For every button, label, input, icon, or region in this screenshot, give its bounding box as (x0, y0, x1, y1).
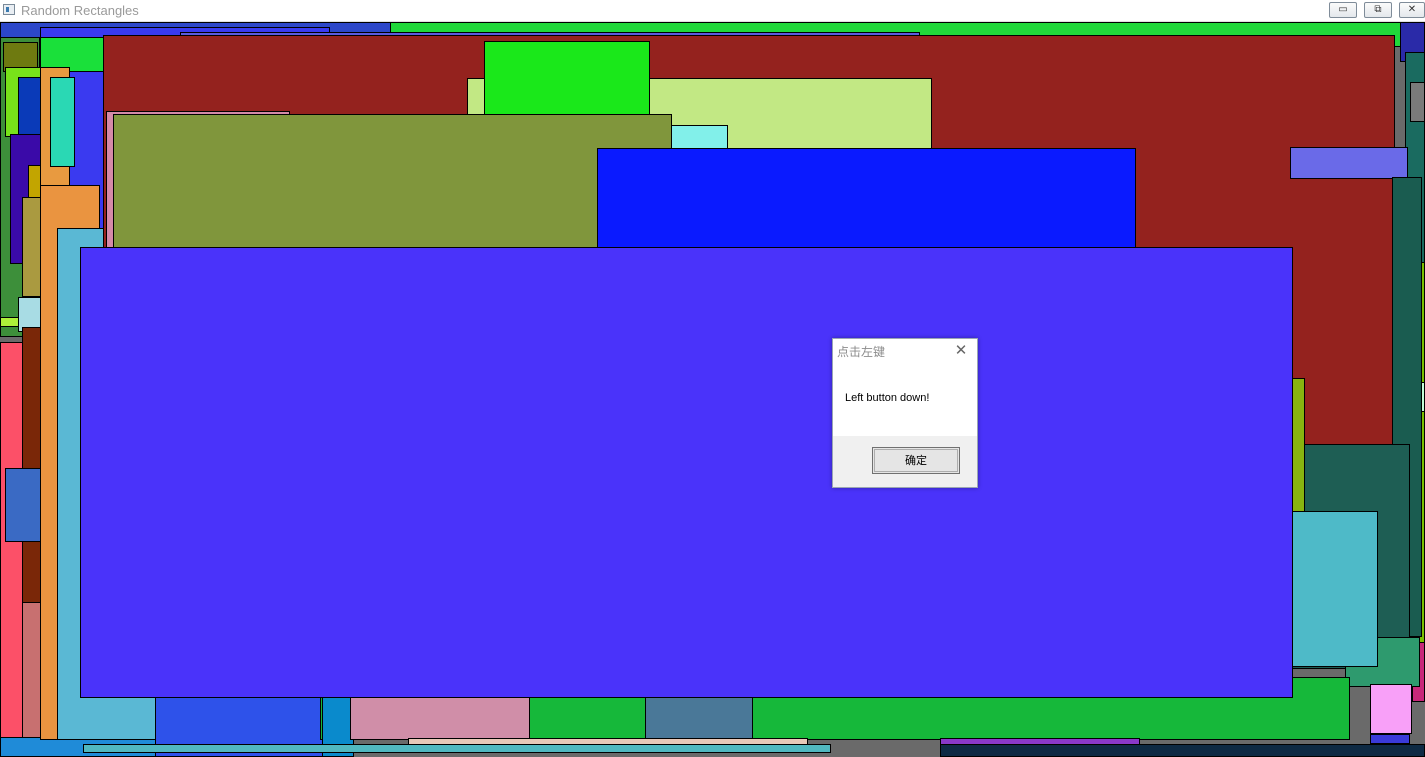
rectangle (597, 148, 1136, 258)
rectangle (113, 114, 672, 264)
drawing-canvas[interactable] (0, 22, 1425, 757)
app-icon (3, 4, 15, 15)
rectangle (1370, 734, 1410, 744)
rectangle (1290, 511, 1378, 667)
close-button[interactable]: ✕ (1399, 2, 1425, 18)
ok-button[interactable]: 确定 (872, 447, 960, 474)
rectangle (83, 744, 831, 753)
minimize-button[interactable]: ▭ (1329, 2, 1357, 18)
front-rectangle (80, 247, 1293, 698)
rectangle (50, 77, 75, 167)
rectangle (1410, 82, 1425, 122)
maximize-button[interactable]: ⧉ (1364, 2, 1392, 18)
window-titlebar[interactable]: Random Rectangles ▭ ⧉ ✕ (0, 0, 1425, 22)
close-icon[interactable]: ✕ (953, 342, 969, 358)
dialog-footer: 确定 (833, 436, 977, 487)
window-title: Random Rectangles (21, 3, 139, 18)
dialog-title: 点击左键 (837, 345, 886, 359)
rectangle (940, 744, 1425, 757)
message-box: 点击左键 ✕ Left button down! 确定 (832, 338, 978, 488)
dialog-message: Left button down! (845, 392, 930, 404)
rectangle (1370, 684, 1412, 734)
rectangle (1290, 147, 1408, 179)
